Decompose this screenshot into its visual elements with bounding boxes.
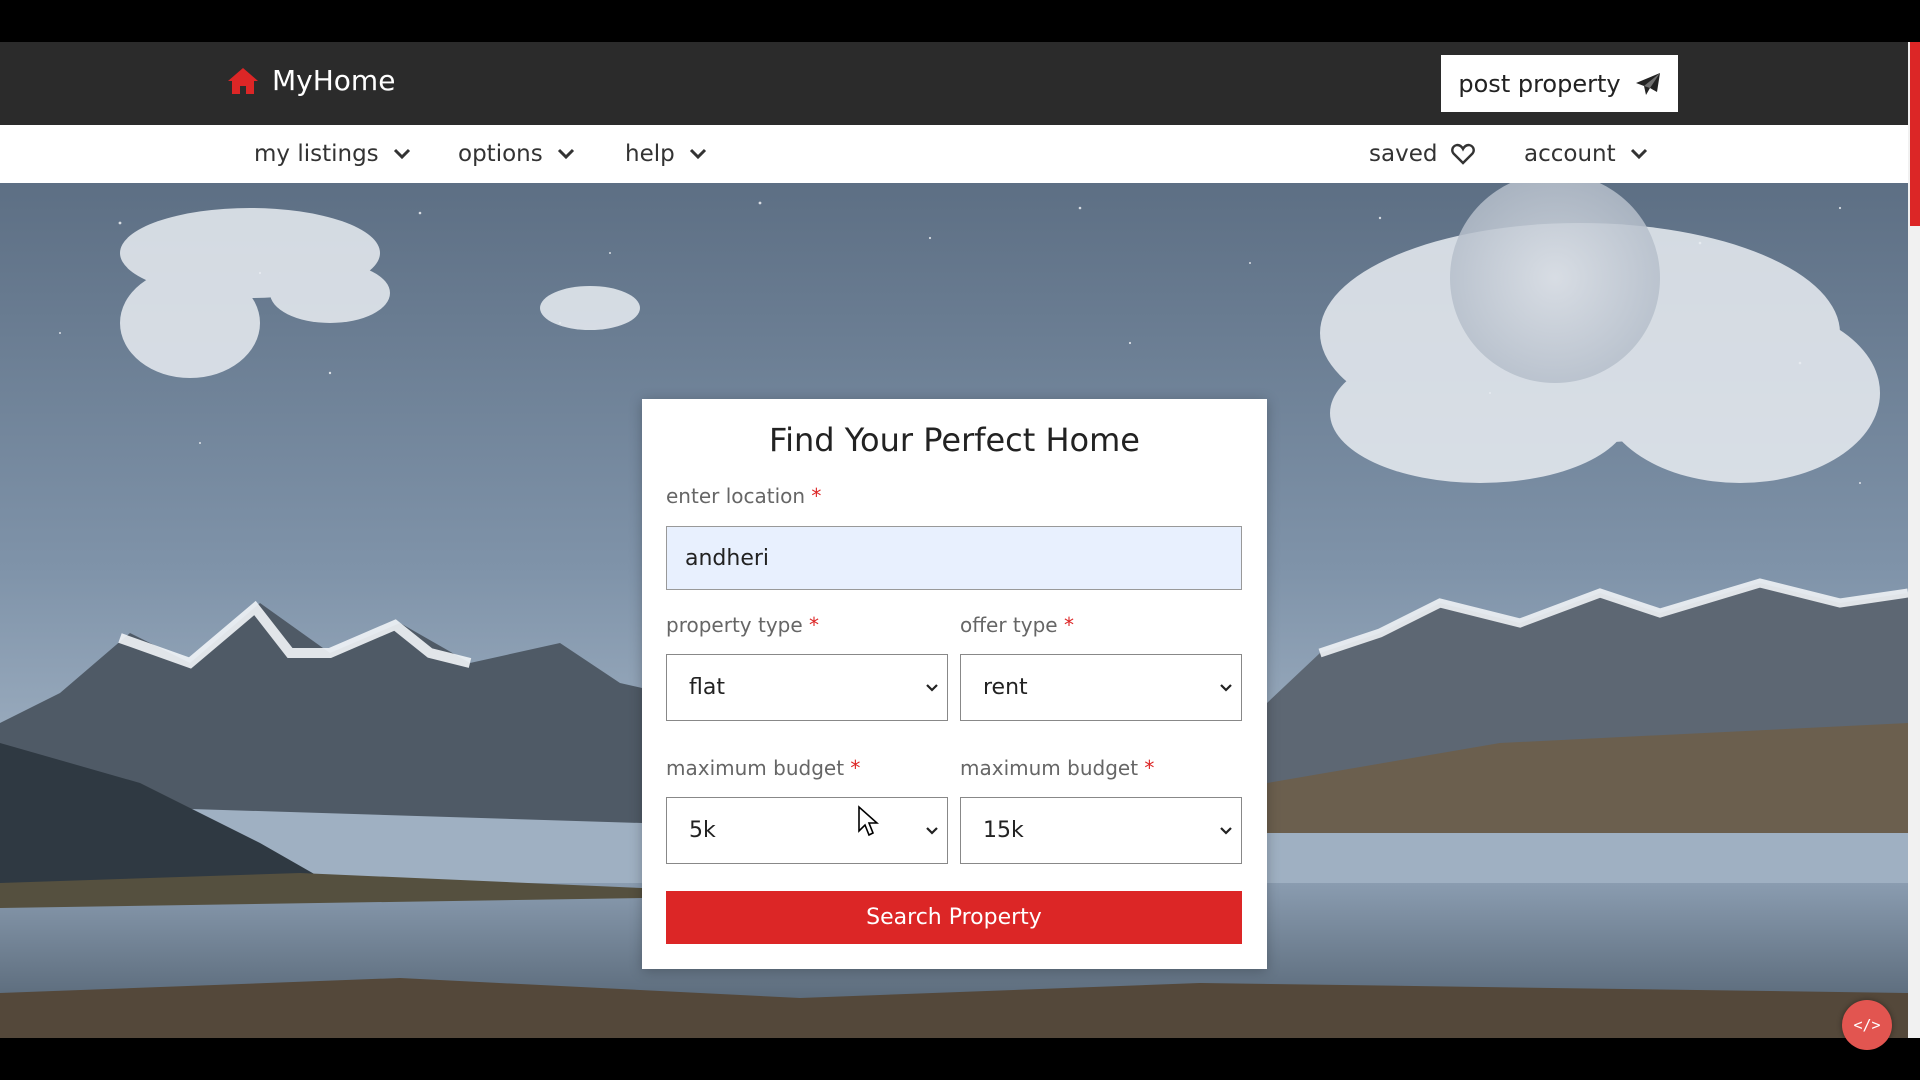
offer-type-label: offer type * bbox=[960, 613, 1074, 637]
hero-section: Find Your Perfect Home enter location * … bbox=[0, 183, 1908, 1038]
max-budget-label-text: maximum budget bbox=[960, 756, 1139, 780]
property-type-value: flat bbox=[689, 675, 725, 700]
nav-help-label: help bbox=[625, 141, 675, 167]
min-budget-select[interactable]: 5k bbox=[666, 797, 948, 864]
nav-my-listings-label: my listings bbox=[254, 141, 379, 167]
chevron-down-icon bbox=[926, 683, 938, 692]
required-mark: * bbox=[809, 613, 820, 637]
min-budget-value: 5k bbox=[689, 818, 716, 843]
nav-account[interactable]: account bbox=[1524, 125, 1648, 183]
max-budget-select[interactable]: 15k bbox=[960, 797, 1242, 864]
property-type-label-text: property type bbox=[666, 613, 803, 637]
nav-saved-label: saved bbox=[1369, 141, 1438, 167]
mouse-cursor-icon bbox=[858, 805, 879, 837]
scrollbar-thumb[interactable] bbox=[1910, 42, 1920, 226]
form-title: Find Your Perfect Home bbox=[769, 421, 1140, 459]
location-input[interactable] bbox=[666, 526, 1242, 590]
brand-logo[interactable]: MyHome bbox=[226, 64, 395, 97]
browser-page: MyHome post property my listings options… bbox=[0, 42, 1908, 1038]
property-type-select[interactable]: flat bbox=[666, 654, 948, 721]
offer-type-label-text: offer type bbox=[960, 613, 1058, 637]
chevron-down-icon bbox=[557, 148, 574, 160]
offer-type-value: rent bbox=[983, 675, 1028, 700]
nav-account-label: account bbox=[1524, 141, 1616, 167]
chevron-down-icon bbox=[1220, 826, 1232, 835]
required-mark: * bbox=[1144, 756, 1155, 780]
property-type-label: property type * bbox=[666, 613, 819, 637]
top-header: MyHome post property bbox=[0, 42, 1908, 125]
search-form-card: Find Your Perfect Home enter location * … bbox=[642, 399, 1267, 969]
nav-my-listings[interactable]: my listings bbox=[254, 125, 411, 183]
chevron-down-icon bbox=[1220, 683, 1232, 692]
required-mark: * bbox=[850, 756, 861, 780]
post-property-button[interactable]: post property bbox=[1441, 55, 1678, 112]
chevron-down-icon bbox=[926, 826, 938, 835]
min-budget-label-text: maximum budget bbox=[666, 756, 845, 780]
brand-name: MyHome bbox=[272, 64, 396, 97]
required-mark: * bbox=[1063, 613, 1074, 637]
nav-options[interactable]: options bbox=[458, 125, 575, 183]
nav-bar: my listings options help saved account bbox=[0, 125, 1908, 183]
min-budget-label: maximum budget * bbox=[666, 756, 860, 780]
chevron-down-icon bbox=[689, 148, 706, 160]
chevron-down-icon bbox=[1630, 148, 1647, 160]
max-budget-label: maximum budget * bbox=[960, 756, 1154, 780]
post-property-label: post property bbox=[1458, 69, 1621, 98]
heart-icon bbox=[1451, 143, 1476, 165]
page-scrollbar[interactable] bbox=[1908, 42, 1920, 1038]
location-label-text: enter location bbox=[666, 484, 806, 508]
dev-code-button[interactable]: </> bbox=[1842, 1000, 1892, 1050]
required-mark: * bbox=[811, 484, 822, 508]
chevron-down-icon bbox=[393, 148, 410, 160]
nav-saved[interactable]: saved bbox=[1369, 125, 1476, 183]
nav-help[interactable]: help bbox=[625, 125, 707, 183]
location-label: enter location * bbox=[666, 484, 821, 508]
paper-plane-icon bbox=[1635, 72, 1660, 95]
nav-options-label: options bbox=[458, 141, 543, 167]
house-icon bbox=[228, 67, 258, 94]
max-budget-value: 15k bbox=[983, 818, 1024, 843]
offer-type-select[interactable]: rent bbox=[960, 654, 1242, 721]
search-property-button[interactable]: Search Property bbox=[666, 891, 1242, 944]
